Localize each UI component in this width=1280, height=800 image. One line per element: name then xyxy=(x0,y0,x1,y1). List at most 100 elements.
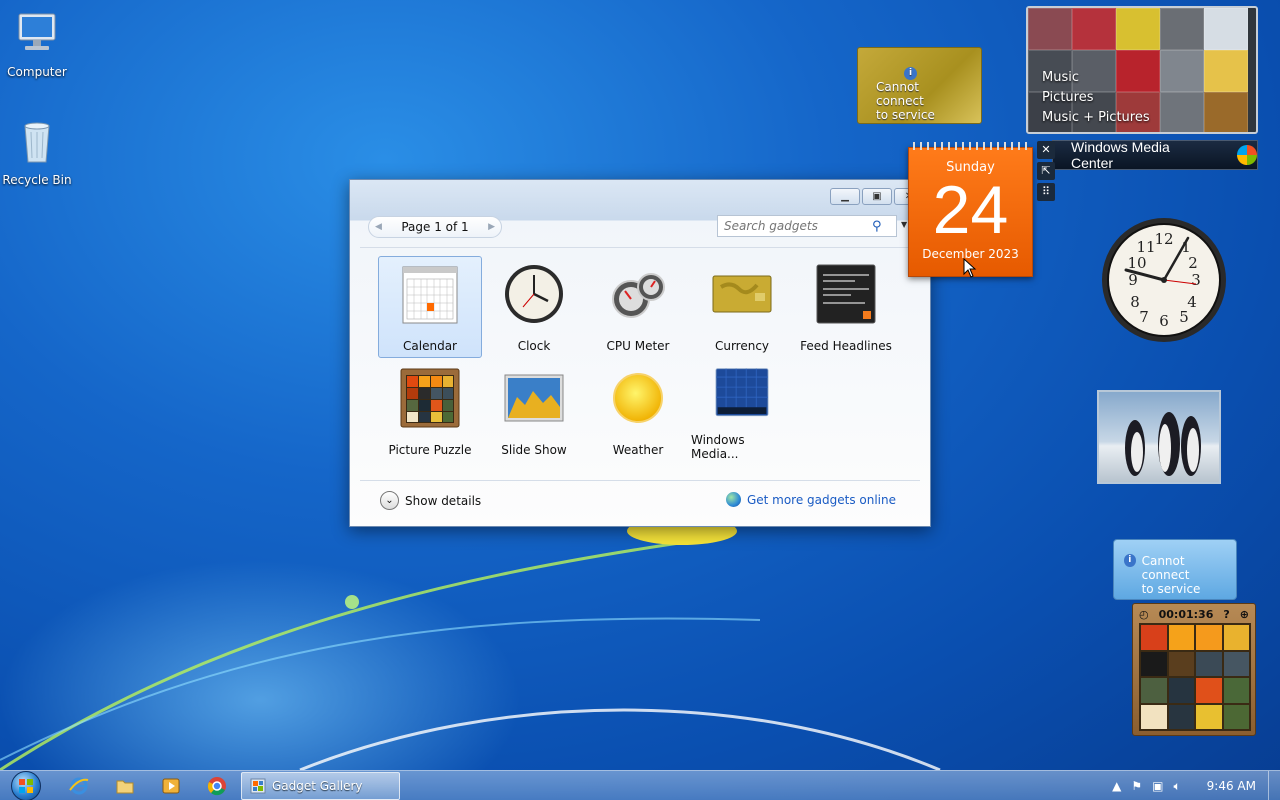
taskbar-internet-explorer[interactable] xyxy=(68,775,90,797)
puzzle-tile[interactable] xyxy=(1196,704,1222,729)
gadget-feed-headlines[interactable]: Feed Headlines xyxy=(794,256,898,358)
svg-text:12: 12 xyxy=(1154,230,1173,248)
media-center-thumbnail-icon xyxy=(715,368,769,417)
show-desktop-button[interactable] xyxy=(1268,771,1280,800)
info-icon: i xyxy=(1124,554,1136,567)
puzzle-board xyxy=(1139,623,1251,731)
svg-text:8: 8 xyxy=(1130,293,1140,311)
calendar-day-number: 24 xyxy=(932,172,1009,248)
puzzle-tile[interactable] xyxy=(1223,678,1249,703)
mouse-cursor-icon xyxy=(963,258,977,278)
currency-error-line1: Cannot connect xyxy=(876,80,924,108)
puzzle-tile[interactable] xyxy=(1168,678,1194,703)
media-player-icon xyxy=(162,778,180,794)
gadget-clock[interactable]: Clock xyxy=(482,256,586,358)
picture-puzzle-gadget[interactable]: ◴ 00:01:36 ? ⊕ xyxy=(1132,603,1256,736)
gadget-slide-show[interactable]: Slide Show xyxy=(482,360,586,462)
volume-icon[interactable]: 🔈︎ xyxy=(1173,779,1180,794)
get-more-gadgets-link[interactable]: Get more gadgets online xyxy=(725,492,896,507)
svg-text:3: 3 xyxy=(1191,271,1201,289)
puzzle-tile[interactable] xyxy=(1223,704,1249,729)
windows-start-icon xyxy=(11,771,41,800)
currency-thumbnail-icon xyxy=(712,275,772,313)
taskbar-explorer[interactable] xyxy=(114,775,136,797)
taskbar-chrome[interactable] xyxy=(206,775,228,797)
search-icon[interactable]: ⚲ xyxy=(872,219,882,234)
page-navigator: ◀ Page 1 of 1 ▶ xyxy=(368,216,502,238)
gadget-weather[interactable]: Weather xyxy=(586,360,690,462)
desktop-icon-label: Computer xyxy=(7,65,67,79)
slide-show-gadget[interactable] xyxy=(1097,390,1221,484)
system-tray: ▲ ⚑ ▣ 🔈︎ 9:46 AM xyxy=(1112,771,1280,800)
picture-icon[interactable]: ⊕ xyxy=(1240,608,1249,621)
action-center-flag-icon[interactable]: ⚑ xyxy=(1131,779,1142,793)
gadget-toolbar: ✕ ⇱ ⠿ xyxy=(1037,141,1055,201)
media-center-gadget[interactable]: Music Pictures Music + Pictures xyxy=(1026,6,1258,134)
maximize-button[interactable]: ▣ xyxy=(862,188,892,205)
resize-icon[interactable]: ⇱ xyxy=(1037,162,1055,180)
puzzle-tile[interactable] xyxy=(1141,651,1167,676)
gadget-gallery-window: ▁ ▣ ✕ ◀ Page 1 of 1 ▶ ⚲ ▼ Calendar xyxy=(349,179,931,527)
divider xyxy=(360,480,920,481)
show-hidden-icons-icon[interactable]: ▲ xyxy=(1112,779,1121,793)
help-icon[interactable]: ? xyxy=(1223,608,1229,621)
gadget-name: Weather xyxy=(612,443,664,457)
gadget-windows-media-center[interactable]: Windows Media... xyxy=(690,360,794,462)
puzzle-tile[interactable] xyxy=(1141,625,1167,650)
puzzle-tile[interactable] xyxy=(1168,625,1194,650)
svg-text:7: 7 xyxy=(1139,308,1149,326)
puzzle-tile[interactable] xyxy=(1196,678,1222,703)
clock-gadget[interactable]: 12369 1245 781011 xyxy=(1100,216,1228,344)
gadget-cpu-meter[interactable]: CPU Meter xyxy=(586,256,690,358)
gadget-calendar[interactable]: Calendar xyxy=(378,256,482,358)
puzzle-tile[interactable] xyxy=(1223,651,1249,676)
close-icon[interactable]: ✕ xyxy=(1037,141,1055,159)
menu-item-pictures[interactable]: Pictures xyxy=(1042,88,1150,108)
taskbar-gadget-gallery[interactable]: Gadget Gallery xyxy=(241,772,400,800)
penguins-photo xyxy=(1125,412,1201,476)
start-button[interactable] xyxy=(6,771,46,800)
divider xyxy=(360,247,920,248)
search-box[interactable]: ⚲ xyxy=(717,215,897,237)
calendar-rings xyxy=(913,142,1028,150)
puzzle-tile[interactable] xyxy=(1141,678,1167,703)
menu-item-music-pictures[interactable]: Music + Pictures xyxy=(1042,108,1150,128)
puzzle-tile[interactable] xyxy=(1196,625,1222,650)
puzzle-tile[interactable] xyxy=(1223,625,1249,650)
gadget-gallery-icon xyxy=(250,778,266,794)
minimize-button[interactable]: ▁ xyxy=(830,188,860,205)
show-details-toggle[interactable]: ⌄ Show details xyxy=(380,491,481,510)
taskbar: Gadget Gallery ▲ ⚑ ▣ 🔈︎ 9:46 AM xyxy=(0,770,1280,800)
menu-item-music[interactable]: Music xyxy=(1042,68,1150,88)
drag-handle-icon[interactable]: ⠿ xyxy=(1037,183,1055,201)
gadget-name: Feed Headlines xyxy=(800,339,892,353)
puzzle-tile[interactable] xyxy=(1168,704,1194,729)
gadget-currency[interactable]: Currency xyxy=(690,256,794,358)
media-center-brand-bar[interactable]: Windows Media Center xyxy=(1052,139,1258,171)
clock-time[interactable]: 9:46 AM xyxy=(1207,779,1256,793)
currency-gadget[interactable]: i Cannot connect to service xyxy=(857,47,982,124)
gadget-name: Picture Puzzle xyxy=(388,443,472,457)
taskbar-task-label: Gadget Gallery xyxy=(272,779,363,793)
previous-page-icon[interactable]: ◀ xyxy=(375,222,382,232)
calendar-thumbnail-icon xyxy=(402,266,458,324)
network-icon[interactable]: ▣ xyxy=(1152,779,1163,793)
puzzle-tile[interactable] xyxy=(1141,704,1167,729)
desktop-icon-computer[interactable]: Computer xyxy=(0,10,74,79)
feed-headlines-thumbnail-icon xyxy=(816,264,876,324)
search-dropdown-icon[interactable]: ▼ xyxy=(901,220,907,229)
puzzle-tile-empty xyxy=(1168,651,1194,676)
gadget-name: Clock xyxy=(517,339,551,353)
svg-text:6: 6 xyxy=(1159,312,1169,330)
puzzle-timer-bar: ◴ 00:01:36 ? ⊕ xyxy=(1139,606,1249,622)
search-input[interactable] xyxy=(724,219,872,233)
puzzle-tile[interactable] xyxy=(1196,651,1222,676)
weather-gadget[interactable]: i Cannot connect to service xyxy=(1113,539,1237,600)
gadget-picture-puzzle[interactable]: Picture Puzzle xyxy=(378,360,482,462)
pause-icon[interactable]: ◴ xyxy=(1139,608,1149,621)
next-page-icon[interactable]: ▶ xyxy=(488,222,495,232)
globe-icon xyxy=(725,492,741,507)
taskbar-media-player[interactable] xyxy=(160,775,182,797)
desktop-icon-recycle-bin[interactable]: Recycle Bin xyxy=(0,118,74,187)
page-label: Page 1 of 1 xyxy=(401,220,469,234)
